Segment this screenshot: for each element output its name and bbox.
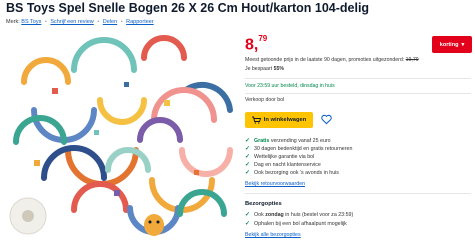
discount-label: korting: [439, 41, 459, 48]
separator: •: [44, 19, 47, 25]
cart-icon: [251, 116, 261, 124]
delivery-options-title: Bezorgopties: [245, 201, 282, 207]
page-title: BS Toys Spel Snelle Bogen 26 X 26 Cm Hou…: [6, 1, 370, 15]
usp-item: ✓ Ook bezorging ook 's avonds in huis: [245, 169, 339, 177]
add-to-cart-button[interactable]: In winkelwagen: [245, 112, 313, 128]
all-delivery-options-link[interactable]: Bekijk alle bezorgopties: [245, 232, 301, 238]
savings-label: Je bespaart: [245, 66, 273, 72]
report-link[interactable]: Rapporteer: [126, 19, 154, 25]
delivery-option-item: ✓ Ook zondag in huis (bestel voor za 23:…: [245, 211, 354, 219]
divider: [245, 93, 471, 94]
reference-price-text: Meest getoonde prijs in de laatste 90 da…: [245, 57, 405, 63]
delivery-promise: Voor 23:59 uur besteld, dinsdag in huis: [245, 83, 335, 89]
product-meta-bar: Merk: BS Toys • Schrijf een review • Del…: [6, 19, 154, 25]
usp-item: ✓ Dag en nacht klantenservice: [245, 161, 321, 169]
divider: [245, 193, 471, 194]
savings-value: 55%: [273, 66, 284, 72]
add-to-cart-label: In winkelwagen: [263, 117, 307, 123]
product-price: 8,79: [245, 34, 268, 54]
share-link[interactable]: Delen: [103, 19, 117, 25]
savings-row: Je bespaart 55%: [245, 66, 284, 72]
check-icon: ✓: [245, 138, 251, 144]
usp-item: ✓ 30 dagen bedenktijd en gratis retourne…: [245, 145, 353, 153]
usp-item: ✓ Wettelijke garantie via bol: [245, 153, 315, 161]
separator: •: [120, 19, 123, 25]
seller-info: Verkoop door bol: [245, 97, 285, 103]
reference-price-note: Meest getoonde prijs in de laatste 90 da…: [245, 57, 419, 63]
chevron-down-icon: ▾: [461, 41, 465, 48]
check-icon: ✓: [245, 162, 251, 168]
check-icon: ✓: [245, 146, 251, 152]
write-review-link[interactable]: Schrijf een review: [50, 19, 93, 25]
product-image[interactable]: [4, 30, 236, 242]
divider: [245, 78, 471, 79]
heart-icon[interactable]: [321, 114, 332, 125]
check-icon: ✓: [245, 170, 251, 176]
delivery-option-item: ✓ Ophalen bij een bol afhaalpunt mogelij…: [245, 220, 347, 228]
price-cents: 79: [258, 34, 268, 43]
return-conditions-link[interactable]: Bekijk retourvoorwaarden: [245, 181, 305, 187]
usp-item: ✓ Gratis verzending vanaf 25 euro: [245, 137, 331, 145]
reference-price: 19,79: [405, 57, 419, 63]
discount-badge[interactable]: korting ▾: [432, 36, 472, 53]
brand-label: Merk:: [6, 19, 20, 25]
check-icon: ✓: [245, 221, 251, 227]
separator: •: [97, 19, 100, 25]
check-icon: ✓: [245, 154, 251, 160]
brand-link[interactable]: BS Toys: [21, 19, 41, 25]
check-icon: ✓: [245, 212, 251, 218]
price-whole: 8,: [245, 36, 259, 54]
